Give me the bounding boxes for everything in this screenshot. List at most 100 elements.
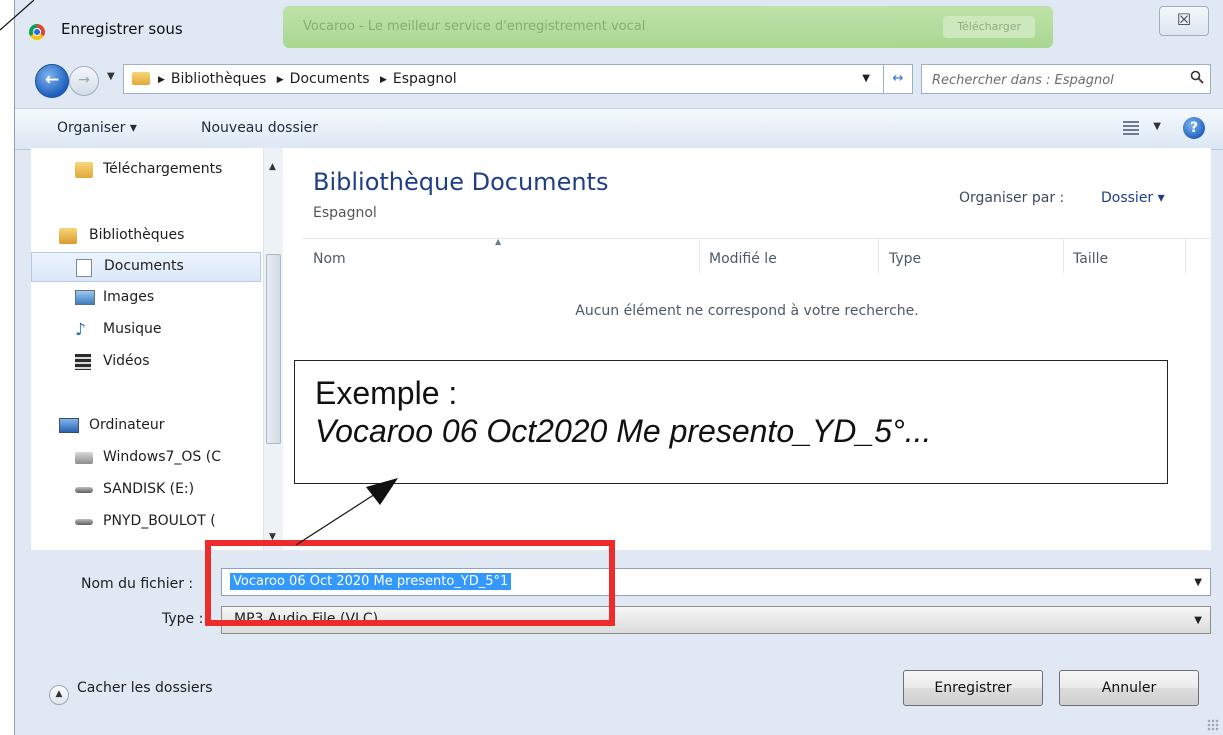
- history-dropdown-icon[interactable]: ▼: [107, 71, 115, 82]
- background-page-banner: Vocaroo - Le meilleur service d'enregist…: [283, 6, 1053, 48]
- computer-icon: [59, 418, 79, 433]
- nav-item-label: Musique: [103, 321, 162, 337]
- view-dropdown-icon[interactable]: ▼: [1153, 121, 1161, 132]
- folder-icon: [132, 72, 150, 85]
- hide-folders-toggle[interactable]: ▲ Cacher les dossiers: [49, 680, 213, 705]
- close-icon: ☒: [1176, 10, 1192, 29]
- type-label: Type :: [162, 611, 204, 627]
- column-divider[interactable]: [699, 239, 700, 273]
- search-input[interactable]: [922, 65, 1184, 95]
- cancel-button[interactable]: Annuler: [1059, 670, 1199, 706]
- nav-item-label: Documents: [104, 258, 184, 274]
- back-arrow-icon: ←: [44, 70, 60, 90]
- background-banner-text: Vocaroo - Le meilleur service d'enregist…: [303, 19, 646, 34]
- libraries-icon: [59, 228, 77, 244]
- breadcrumb-item-documents[interactable]: Documents: [290, 71, 370, 87]
- nav-item-label: Ordinateur: [89, 417, 165, 433]
- example-callout: Exemple : Vocaroo 06 Oct2020 Me presento…: [294, 360, 1168, 484]
- removable-drive-icon: [75, 487, 93, 493]
- filename-dropdown-icon[interactable]: ▼: [1194, 577, 1202, 588]
- scroll-up-icon[interactable]: ▲: [269, 162, 276, 172]
- hide-folders-label: Cacher les dossiers: [77, 680, 213, 696]
- dialog-title: Enregistrer sous: [61, 20, 183, 38]
- music-icon: ♪: [75, 320, 86, 340]
- column-name[interactable]: Nom: [313, 251, 346, 267]
- filename-highlight-box: [205, 540, 615, 626]
- nav-item-pnyd[interactable]: PNYD_BOULOT (: [31, 508, 261, 538]
- chrome-icon: [29, 24, 45, 40]
- images-icon: [75, 290, 95, 305]
- breadcrumb-item-libraries[interactable]: Bibliothèques: [171, 71, 266, 87]
- breadcrumb-item-espagnol[interactable]: Espagnol: [393, 71, 457, 87]
- breadcrumb: ▶ Bibliothèques ▶ Documents ▶ Espagnol: [158, 71, 463, 87]
- sort-ascending-icon: ▲: [495, 237, 502, 246]
- search-icon[interactable]: [1190, 70, 1204, 84]
- forward-arrow-icon: →: [78, 72, 90, 88]
- nav-item-label: Vidéos: [103, 353, 150, 369]
- drive-c-icon: [75, 452, 93, 464]
- nav-item-videos[interactable]: Vidéos: [31, 348, 261, 378]
- view-options-icon[interactable]: [1123, 121, 1139, 135]
- navigation-scrollbar[interactable]: ▲ ▼: [263, 148, 283, 550]
- column-divider[interactable]: [1185, 239, 1186, 273]
- scrollbar-thumb[interactable]: [266, 254, 281, 444]
- nav-item-music[interactable]: ♪ Musique: [31, 316, 261, 346]
- nav-item-label: Téléchargements: [103, 161, 223, 177]
- address-row: ← → ▼ ▶ Bibliothèques ▶ Documents ▶ Espagno…: [15, 60, 1223, 100]
- nav-item-documents[interactable]: Documents: [31, 252, 261, 282]
- empty-list-message: Aucun élément ne correspond à votre rech…: [575, 303, 919, 319]
- chevron-up-icon: ▲: [49, 685, 69, 705]
- column-divider[interactable]: [1063, 239, 1064, 273]
- breadcrumb-separator-icon: ▶: [379, 75, 387, 85]
- refresh-button[interactable]: ↔: [883, 64, 913, 94]
- save-form: Nom du fichier : Vocaroo 06 Oct 2020 Me …: [15, 550, 1223, 735]
- nav-item-images[interactable]: Images: [31, 284, 261, 314]
- back-button[interactable]: ←: [35, 64, 69, 98]
- address-dropdown-icon[interactable]: ▼: [862, 73, 870, 84]
- nav-item-label: Images: [103, 289, 155, 305]
- file-type-dropdown-icon[interactable]: ▼: [1194, 615, 1202, 626]
- nav-item-label: PNYD_BOULOT (: [103, 513, 216, 529]
- forward-button[interactable]: →: [69, 66, 99, 96]
- nav-item-computer[interactable]: Ordinateur: [31, 412, 261, 442]
- arrange-by-label: Organiser par :: [959, 190, 1065, 206]
- help-icon[interactable]: ?: [1183, 117, 1205, 139]
- library-title: Bibliothèque Documents: [313, 168, 609, 196]
- breadcrumb-separator-icon: ▶: [158, 75, 165, 85]
- arrange-by-dropdown[interactable]: Dossier ▾: [1101, 190, 1165, 206]
- column-header-row: Nom ▲ Modifié le Type Taille: [303, 237, 1211, 273]
- callout-heading: Exemple :: [315, 375, 458, 411]
- address-bar[interactable]: ▶ Bibliothèques ▶ Documents ▶ Espagnol ▼: [123, 64, 897, 94]
- organize-menu[interactable]: Organiser ▾: [57, 120, 137, 136]
- search-box[interactable]: [921, 64, 1211, 95]
- resize-grip[interactable]: [1207, 719, 1219, 731]
- save-button[interactable]: Enregistrer: [903, 670, 1043, 706]
- callout-example-filename: Vocaroo 06 Oct2020 Me presento_YD_5°...: [315, 413, 932, 449]
- navigation-pane: Téléchargements Bibliothèques Documents …: [31, 148, 284, 550]
- column-size[interactable]: Taille: [1073, 251, 1108, 267]
- command-toolbar: Organiser ▾ Nouveau dossier ▼ ?: [15, 108, 1223, 150]
- nav-item-label: Bibliothèques: [89, 227, 185, 243]
- column-type[interactable]: Type: [889, 251, 921, 267]
- nav-item-downloads[interactable]: Téléchargements: [31, 156, 261, 186]
- column-divider[interactable]: [878, 239, 879, 273]
- title-bar: Enregistrer sous Vocaroo - Le meilleur s…: [15, 0, 1223, 60]
- background-banner-button: Télécharger: [943, 16, 1035, 38]
- nav-item-drive-c[interactable]: Windows7_OS (C: [31, 444, 261, 474]
- file-list-pane: Bibliothèque Documents Espagnol Organise…: [283, 148, 1211, 550]
- nav-item-libraries[interactable]: Bibliothèques: [31, 222, 261, 252]
- documents-icon: [76, 259, 92, 277]
- close-button[interactable]: ☒: [1159, 6, 1209, 36]
- new-folder-button[interactable]: Nouveau dossier: [201, 120, 318, 136]
- refresh-icon: ↔: [892, 71, 904, 86]
- library-subtitle: Espagnol: [313, 205, 377, 221]
- breadcrumb-separator-icon: ▶: [276, 75, 284, 85]
- downloads-folder-icon: [75, 162, 93, 178]
- removable-drive-icon: [75, 519, 93, 525]
- filename-label: Nom du fichier :: [81, 576, 194, 592]
- nav-item-sandisk[interactable]: SANDISK (E:): [31, 476, 261, 506]
- column-modified[interactable]: Modifié le: [709, 251, 777, 267]
- videos-icon: [75, 354, 91, 370]
- nav-item-label: Windows7_OS (C: [103, 449, 221, 465]
- nav-item-label: SANDISK (E:): [103, 481, 195, 497]
